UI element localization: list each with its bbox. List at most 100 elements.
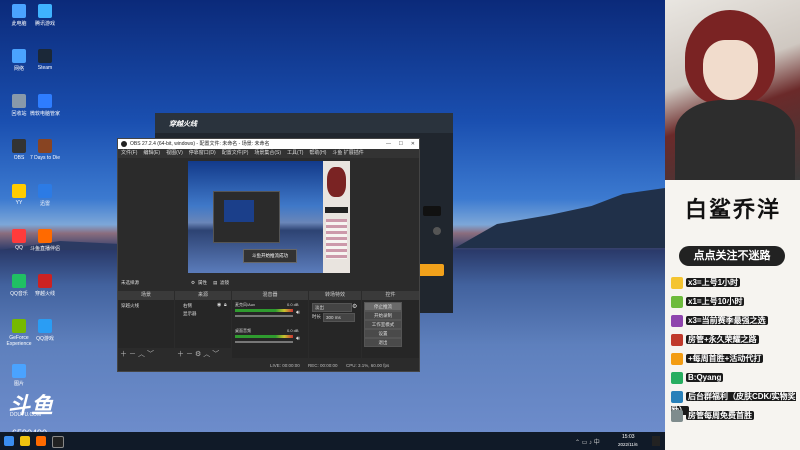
tray-icons[interactable]: ⌃ ▭ ♪ 中 <box>575 437 600 446</box>
desktop-icon-label: 腾讯游戏 <box>34 21 55 27</box>
desktop-icon[interactable]: 7 Days to Die <box>28 139 62 161</box>
exit-button[interactable]: 退出 <box>364 338 402 347</box>
settings-button[interactable]: 设置 <box>364 329 402 338</box>
minimize-icon[interactable]: — <box>386 139 391 149</box>
desktop-icon-label: 迅雷 <box>39 201 50 207</box>
mixer-track-mic-slider[interactable] <box>235 315 293 317</box>
menu-item[interactable]: 场景集合(S) <box>254 150 281 156</box>
status-cpu: CPU: 3.1%, 60.00 fps <box>346 363 390 368</box>
menu-item[interactable]: 工具(T) <box>287 150 303 156</box>
gift-row: 房管+永久荣耀之路 <box>671 333 797 347</box>
gift-row: x3=上号1小时 <box>671 276 797 290</box>
eye-icon[interactable]: ◉ <box>217 302 221 308</box>
close-icon[interactable]: ✕ <box>411 139 415 149</box>
launcher-side-field[interactable] <box>423 206 441 216</box>
dock-controls-header[interactable]: 控件 <box>362 291 419 300</box>
app-icon <box>12 184 26 198</box>
preview-gift-list <box>326 219 347 259</box>
sources-list[interactable]: 右侧 显示器 ◉ 🔒︎ <box>175 300 231 348</box>
desktop-wallpaper: 此电脑 腾讯游戏 网络 Steam 回收站 微软电脑管家 OBS 7 Days to Die Y… <box>0 0 665 432</box>
menu-item[interactable]: 配置文件(P) <box>222 150 249 156</box>
stop-streaming-button[interactable]: 停止推流 <box>364 302 402 311</box>
obs-window-title: OBS 27.2.4 (64-bit, windows) - 配置文件: 未命名… <box>130 141 270 147</box>
gear-icon[interactable]: ⚙ <box>352 303 357 310</box>
gift-icon <box>671 371 683 384</box>
anime-avatar <box>665 0 800 180</box>
mixer-track-desktop-slider[interactable] <box>235 341 293 343</box>
gear-icon[interactable]: ⚙ <box>191 278 195 287</box>
maximize-icon[interactable]: ☐ <box>399 139 403 149</box>
taskbar-date[interactable]: 2022/11/6 <box>618 442 638 447</box>
desktop-icon[interactable]: 腾讯游戏 <box>28 4 62 27</box>
menu-item[interactable]: 视图(V) <box>166 150 183 156</box>
status-live: LIVE: 00:00:00 <box>270 363 300 368</box>
desktop-icon-label: 图片 <box>13 381 24 387</box>
app-icon <box>12 229 26 243</box>
filters-button[interactable]: 滤镜 <box>220 278 229 287</box>
speaker-icon[interactable]: 🔊︎ <box>296 310 300 317</box>
app-icon <box>12 4 26 18</box>
gift-row: x3=当前赛季最强之选 <box>671 314 797 328</box>
app-icon <box>12 49 26 63</box>
dock-mixer-header[interactable]: 混音器 <box>232 291 308 300</box>
dock-sources-header[interactable]: 来源 <box>175 291 231 300</box>
scene-add-remove-controls[interactable]: ＋－︿﹀ <box>120 349 156 359</box>
dock-scenes-header[interactable]: 场景 <box>118 291 174 300</box>
menu-item[interactable]: 编辑(E) <box>143 150 160 156</box>
desktop-icon[interactable]: 穿越火线 <box>28 274 62 297</box>
obs-window[interactable]: OBS 27.2.4 (64-bit, windows) - 配置文件: 未命名… <box>117 138 420 372</box>
duration-input[interactable]: 300 ms <box>323 313 355 322</box>
scenes-list[interactable]: 穿越火线 <box>118 300 174 348</box>
desktop-icon[interactable]: 图片 <box>2 364 36 387</box>
desktop-icon[interactable]: Steam <box>28 49 62 71</box>
transition-select[interactable]: 淡出 <box>312 303 352 312</box>
avatar-coat <box>675 100 795 180</box>
app-icon <box>38 4 52 18</box>
obs-taskbar-icon[interactable] <box>52 436 64 448</box>
obs-preview-canvas[interactable]: 斗鱼开始推流成功 <box>188 161 350 273</box>
desktop-icon[interactable]: 迅雷 <box>28 184 62 207</box>
properties-button[interactable]: 属性 <box>198 278 207 287</box>
file-explorer-icon[interactable] <box>20 436 30 446</box>
gift-text: 房管每周免费首胜 <box>686 411 754 420</box>
gift-text: B:Qyang <box>686 373 724 382</box>
menu-item[interactable]: 文件(F) <box>121 150 137 156</box>
gift-icon <box>671 390 683 403</box>
source-item-display[interactable]: 显示器 <box>183 311 231 317</box>
desktop-icon[interactable]: 斗鱼直播伴侣 <box>28 229 62 252</box>
gift-icon <box>671 352 683 365</box>
transitions-panel: 淡出 ⚙ 时长 300 ms <box>309 300 361 358</box>
studio-mode-button[interactable]: 工作室模式 <box>364 320 402 329</box>
audio-mixer: 麦克风/Aux 0.0 dB 🔊︎ 桌面音频 0.0 dB 🔊︎ <box>232 300 308 358</box>
windows-start-icon[interactable] <box>4 436 14 446</box>
start-recording-button[interactable]: 开始录制 <box>364 311 402 320</box>
gift-row: 房管每周免费首胜 <box>671 409 797 423</box>
menu-item[interactable]: 斗鱼 扩展插件 <box>332 150 363 156</box>
desktop-icon-label: 微软电脑管家 <box>29 111 60 117</box>
lock-icon[interactable]: 🔒︎ <box>224 302 227 308</box>
gift-icon <box>671 333 683 346</box>
douyu-taskbar-icon[interactable] <box>36 436 46 446</box>
mixer-track-desktop-db: 0.0 dB <box>287 328 299 333</box>
desktop-icon[interactable]: QQ游戏 <box>28 319 62 342</box>
menu-item[interactable]: 帮助(H) <box>309 150 326 156</box>
gift-icon <box>671 295 683 308</box>
desktop-icon[interactable]: 微软电脑管家 <box>28 94 62 117</box>
obs-titlebar[interactable]: OBS 27.2.4 (64-bit, windows) - 配置文件: 未命名… <box>118 139 419 149</box>
speaker-icon[interactable]: 🔊︎ <box>296 336 300 343</box>
app-icon <box>38 274 52 288</box>
scene-item[interactable]: 穿越火线 <box>121 303 174 309</box>
app-icon <box>38 139 52 153</box>
taskbar: ⌃ ▭ ♪ 中 15:03 2022/11/6 <box>0 432 665 450</box>
filter-icon[interactable]: ▤ <box>213 278 217 287</box>
source-add-remove-controls[interactable]: ＋－⚙︿﹀ <box>177 349 221 359</box>
dock-transitions-header[interactable]: 转场特效 <box>309 291 361 300</box>
menu-item[interactable]: 停靠窗口(D) <box>189 150 216 156</box>
desktop-icon-label: 斗鱼直播伴侣 <box>29 246 60 252</box>
launcher-side-icon[interactable] <box>433 227 441 235</box>
taskbar-time[interactable]: 15:03 <box>622 434 635 440</box>
notification-icon[interactable] <box>652 436 660 446</box>
gift-text: x3=上号1小时 <box>686 278 741 287</box>
mixer-track-mic-meter <box>235 309 293 312</box>
obs-logo-icon <box>121 141 127 147</box>
